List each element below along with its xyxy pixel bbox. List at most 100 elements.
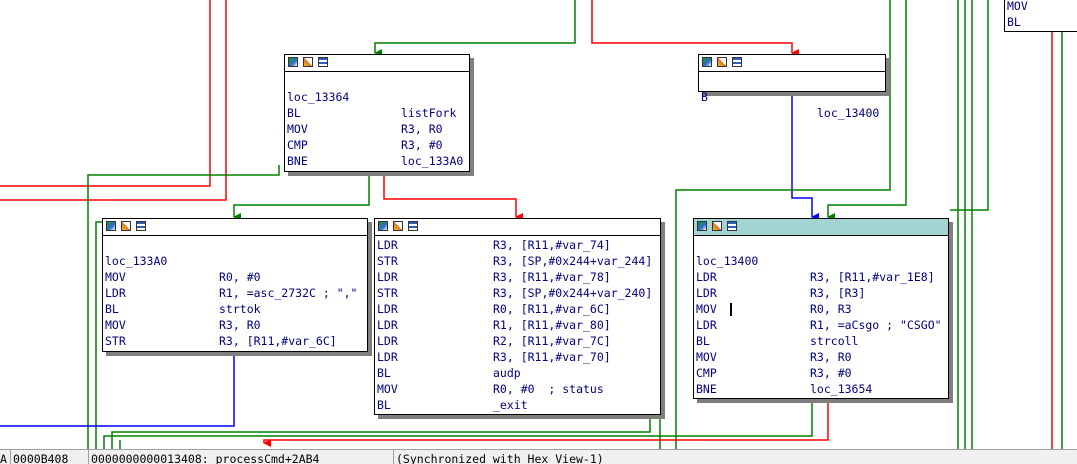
instruction-line[interactable]: B loc_13400 <box>699 73 885 120</box>
node-header[interactable] <box>285 55 469 72</box>
instruction-line[interactable]: LDR R3, [R3] <box>694 285 948 301</box>
node-header[interactable] <box>694 219 948 236</box>
edge-false <box>0 0 211 187</box>
instruction-line[interactable]: LDR R2, [R11,#var_7C] <box>375 333 660 349</box>
edit-icon[interactable] <box>717 57 727 67</box>
operand: R0, R3 <box>810 302 852 316</box>
operand: R1, =asc_2732C ; "," <box>219 286 358 300</box>
instruction-line[interactable]: LDR R1, [R11,#var_80] <box>375 317 660 333</box>
instruction-line[interactable]: MOV R0, R3 <box>694 301 948 317</box>
instruction-line[interactable]: BL <box>1005 14 1077 30</box>
status-prefix: A <box>0 452 7 464</box>
operand: R3, [SP,#0x244+var_244] <box>493 254 653 268</box>
code-block-corner[interactable]: MOV BL <box>1004 0 1077 32</box>
instruction-line[interactable]: BL strcoll <box>694 333 948 349</box>
instruction-line[interactable]: STR R3, [R11,#var_6C] <box>103 333 367 349</box>
instruction-line[interactable]: LDR R3, [R11,#var_70] <box>375 349 660 365</box>
operand: R3, #0 <box>810 366 852 380</box>
instruction-line[interactable]: STR R3, [SP,#0x244+var_240] <box>375 285 660 301</box>
operand: R3, [R11,#var_70] <box>493 350 611 364</box>
listing-icon[interactable] <box>732 57 742 67</box>
operand: R1, =aCsgo ; "CSGO" <box>810 318 942 332</box>
instruction-line[interactable]: LDR R3, [R11,#var_74] <box>375 237 660 253</box>
text-cursor <box>730 303 732 316</box>
edge-true <box>950 0 989 211</box>
operand: R3, [SP,#0x244+var_240] <box>493 286 653 300</box>
instruction-line[interactable]: LDR R1, =asc_2732C ; "," <box>103 285 367 301</box>
edit-icon[interactable] <box>303 57 313 67</box>
operand: R3, [R3] <box>810 286 866 300</box>
edge-true <box>111 418 651 450</box>
listing-icon[interactable] <box>727 221 737 231</box>
graph-overview-icon[interactable] <box>106 221 116 231</box>
edit-icon[interactable] <box>393 221 403 231</box>
operand: R3, R0 <box>219 318 261 332</box>
instruction-line[interactable]: LDR R3, [R11,#var_78] <box>375 269 660 285</box>
edge-true <box>233 172 370 221</box>
instruction-line[interactable]: BL _exit <box>375 397 660 413</box>
block-label[interactable]: loc_133A0 <box>103 253 367 269</box>
operand-link[interactable]: audp <box>493 365 521 381</box>
block-label[interactable]: loc_13364 <box>285 89 469 105</box>
operand: R3, #0 <box>401 138 443 152</box>
status-bar: A 0000B408 0000000000013408: processCmd+… <box>0 449 1077 464</box>
operand: R2, [R11,#var_7C] <box>493 334 611 348</box>
status-sync: (Synchronized with Hex View-1) <box>393 450 604 464</box>
instruction-line[interactable]: LDR R1, =aCsgo ; "CSGO" <box>694 317 948 333</box>
operand: R0, #0 <box>219 270 261 284</box>
code-block-loc-13400[interactable]: loc_13400 LDR R3, [R11,#var_1E8] LDR R3, [… <box>693 218 949 399</box>
edit-icon[interactable] <box>712 221 722 231</box>
node-header[interactable] <box>375 219 660 236</box>
instruction-line[interactable]: BL strtok <box>103 301 367 317</box>
instruction-line[interactable]: MOV R3, R0 <box>285 121 469 137</box>
operand-link[interactable]: loc_13400 <box>817 105 879 121</box>
instruction-line[interactable]: CMP R3, #0 <box>694 365 948 381</box>
operand-link[interactable]: loc_133A0 <box>401 153 463 169</box>
listing-icon[interactable] <box>136 221 146 231</box>
instruction-line[interactable]: MOV R0, #0 <box>103 269 367 285</box>
code-block-loc-13364[interactable]: loc_13364 BL listFork MOV R3, R0 CMP R3, #0… <box>284 54 470 172</box>
code-block-loc-133a0[interactable]: loc_133A0 MOV R0, #0 LDR R1, =asc_2732C ; … <box>102 218 368 352</box>
operand-link[interactable]: strtok <box>219 301 261 317</box>
instruction-line[interactable]: MOV R3, R0 <box>103 317 367 333</box>
graph-overview-icon[interactable] <box>702 57 712 67</box>
operand-link[interactable]: loc_13654 <box>810 381 872 397</box>
operand: R3, [R11,#var_1E8] <box>810 270 935 284</box>
edge-jump <box>791 91 819 221</box>
instruction-line[interactable]: BL audp <box>375 365 660 381</box>
instruction-line[interactable]: BNE loc_133A0 <box>285 153 469 169</box>
edge-true <box>374 0 576 57</box>
graph-overview-icon[interactable] <box>697 221 707 231</box>
listing-icon[interactable] <box>408 221 418 231</box>
operand-link[interactable]: _exit <box>493 397 528 413</box>
operand-link[interactable]: strcoll <box>810 333 858 349</box>
instruction-line[interactable]: STR R3, [SP,#0x244+var_244] <box>375 253 660 269</box>
status-file-offset: 0000B408 <box>10 450 68 464</box>
instruction-line[interactable]: BL listFork <box>285 105 469 121</box>
instruction-line[interactable]: LDR R3, [R11,#var_1E8] <box>694 269 948 285</box>
node-header[interactable] <box>103 219 367 236</box>
operand-link[interactable]: listFork <box>401 105 456 121</box>
instruction-line[interactable]: MOV <box>1005 0 1077 14</box>
instruction-line[interactable]: BNE loc_13654 <box>694 381 948 397</box>
edge-false <box>383 172 523 221</box>
graph-overview-icon[interactable] <box>288 57 298 67</box>
instruction-line[interactable]: CMP R3, #0 <box>285 137 469 153</box>
instruction-line[interactable]: MOV R0, #0 ; status <box>375 381 660 397</box>
edit-icon[interactable] <box>121 221 131 231</box>
operand: R3, [R11,#var_6C] <box>219 334 337 348</box>
block-label[interactable]: loc_13400 <box>694 253 948 269</box>
operand: R3, R0 <box>810 350 852 364</box>
operand: R3, [R11,#var_78] <box>493 270 611 284</box>
operand: R3, [R11,#var_74] <box>493 238 611 252</box>
instruction-line[interactable]: LDR R0, [R11,#var_6C] <box>375 301 660 317</box>
instruction-line[interactable]: MOV R3, R0 <box>694 349 948 365</box>
listing-icon[interactable] <box>318 57 328 67</box>
edge-jump <box>0 350 235 427</box>
node-header[interactable] <box>699 55 885 72</box>
edge-false <box>0 0 227 201</box>
graph-overview-icon[interactable] <box>378 221 388 231</box>
operand: R0, [R11,#var_6C] <box>493 302 611 316</box>
code-block-audp-exit[interactable]: LDR R3, [R11,#var_74] STR R3, [SP,#0x244+v… <box>374 218 661 415</box>
code-block-branch-13400[interactable]: B loc_13400 <box>698 54 886 120</box>
